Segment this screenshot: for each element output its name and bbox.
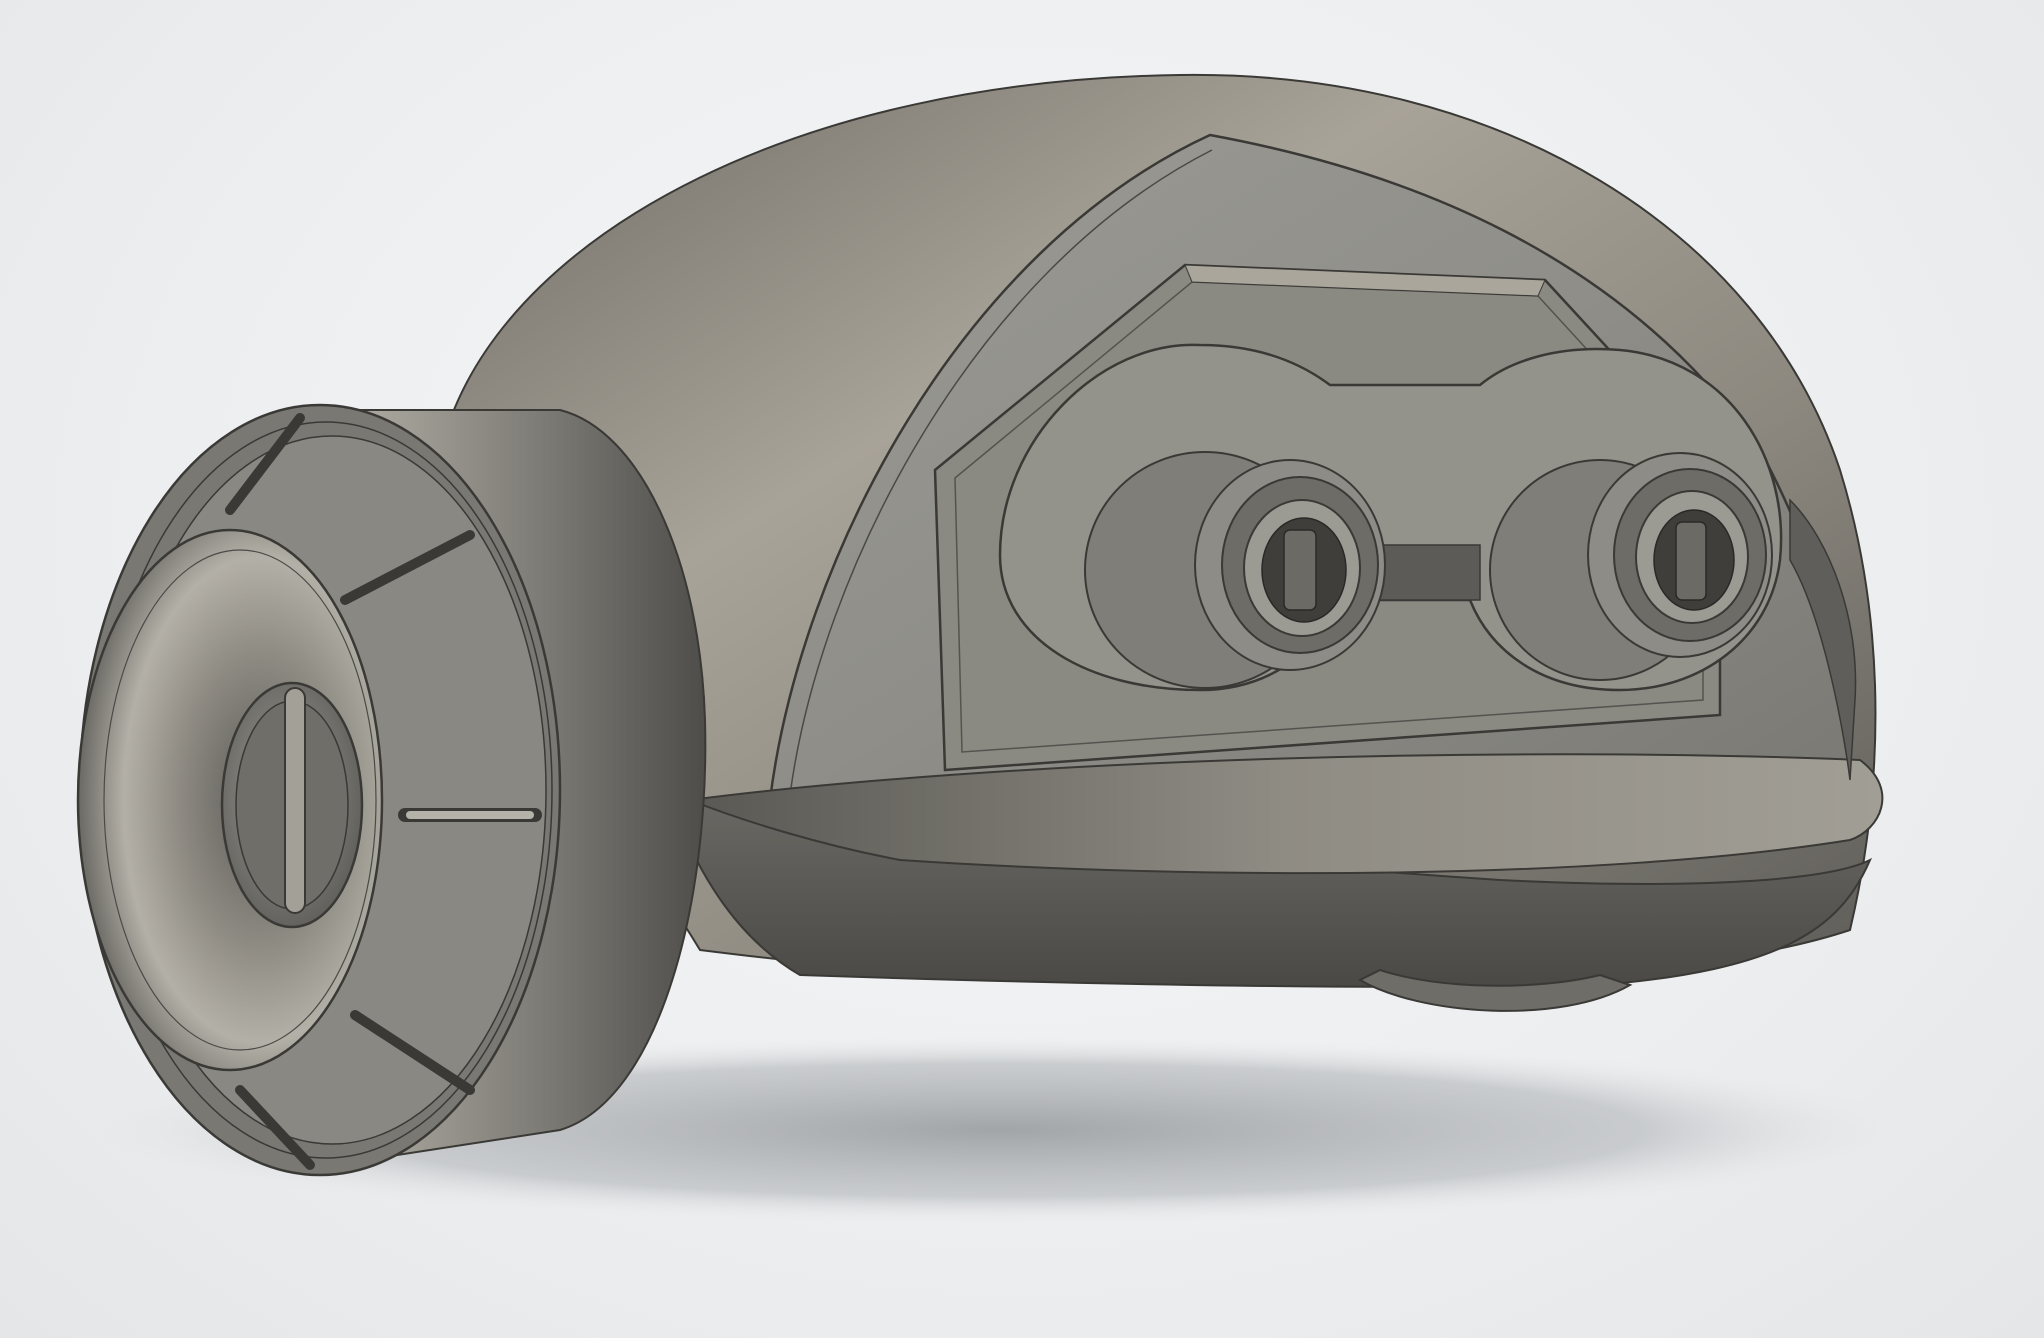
intake-assembly[interactable] [76, 403, 707, 1177]
3d-viewport[interactable] [0, 0, 2044, 1338]
model-render[interactable] [0, 0, 2044, 1338]
right-eye-slot [1675, 521, 1707, 601]
left-eye-slot [1283, 529, 1317, 611]
left-eye-socket[interactable] [1084, 451, 1386, 689]
intake-boss-slot [284, 687, 306, 914]
